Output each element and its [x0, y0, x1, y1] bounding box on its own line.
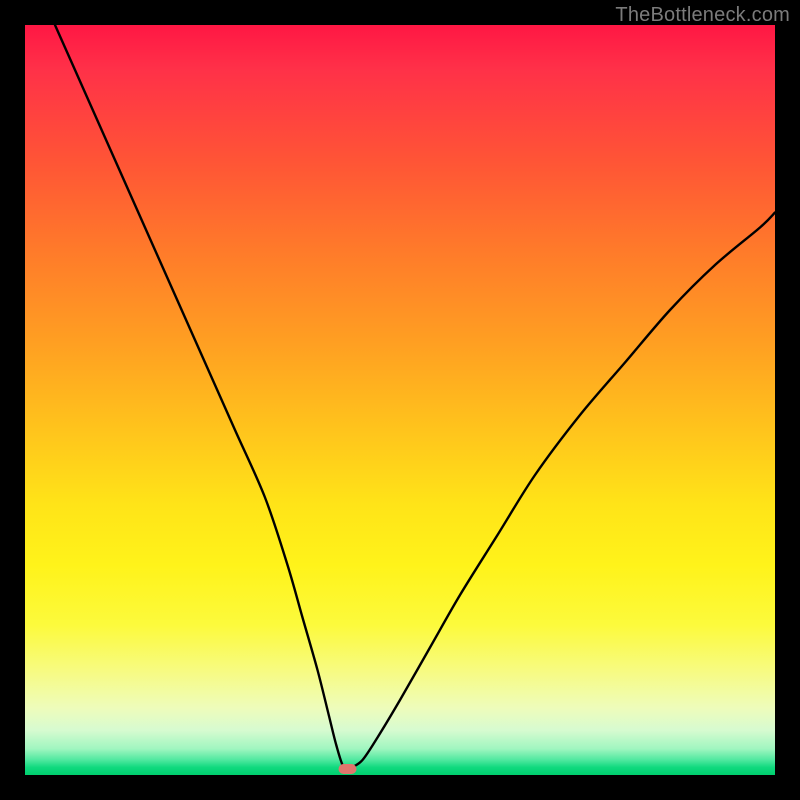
bottleneck-curve: [55, 25, 775, 769]
watermark-text: TheBottleneck.com: [615, 4, 790, 27]
curve-layer: [25, 25, 775, 775]
minimum-marker: [339, 764, 357, 774]
chart-frame: TheBottleneck.com: [0, 0, 800, 800]
plot-area: [25, 25, 775, 775]
